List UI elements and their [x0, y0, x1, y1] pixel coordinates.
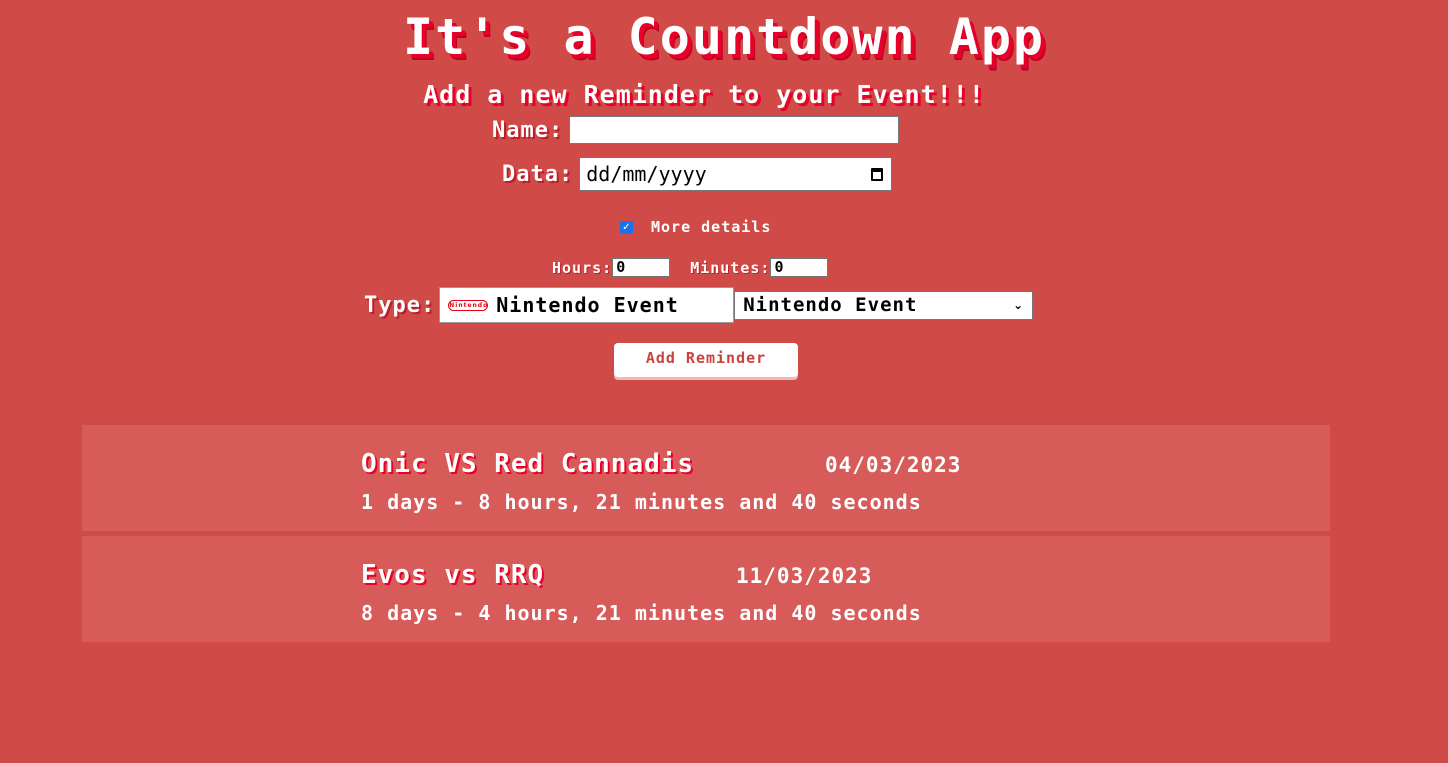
date-input[interactable]: dd/mm/yyyy [579, 157, 893, 191]
reminder-name: Evos vs RRQ [361, 560, 545, 590]
minutes-label: Minutes: [690, 258, 771, 277]
app-title: It's a Countdown App [402, 8, 1046, 66]
checkmark-icon: ✓ [622, 221, 631, 233]
add-reminder-button[interactable]: Add Reminder [614, 343, 798, 377]
name-label: Name: [492, 117, 564, 143]
minutes-input[interactable]: 0 [770, 258, 829, 277]
reminder-name: Onic VS Red Cannadis [361, 449, 695, 479]
nintendo-logo-icon: Nintendo [448, 299, 489, 311]
reminder-date: 04/03/2023 [825, 453, 962, 477]
time-row: Hours: 0 Minutes: 0 [552, 258, 829, 277]
more-details-checkbox[interactable]: ✓ [620, 220, 633, 234]
name-row: Name: [492, 116, 900, 144]
more-details-row: ✓ More details [620, 218, 771, 236]
name-input[interactable] [569, 116, 900, 144]
date-label: Data: [502, 161, 574, 187]
more-details-label: More details [651, 218, 772, 236]
type-preview-label: Nintendo Event [496, 293, 679, 317]
type-select-value: Nintendo Event [743, 294, 918, 316]
reminder-card: Evos vs RRQ 11/03/2023 8 days - 4 hours,… [82, 536, 1330, 642]
chevron-down-icon: ⌄ [1013, 298, 1025, 312]
countdown-app: It's a Countdown App Add a new Reminder … [0, 0, 1448, 763]
hours-input[interactable]: 0 [612, 258, 671, 277]
reminder-card: Onic VS Red Cannadis 04/03/2023 1 days -… [82, 425, 1330, 531]
hours-label: Hours: [552, 258, 613, 277]
calendar-icon[interactable] [871, 167, 884, 181]
type-label: Type: [364, 292, 436, 318]
type-row: Type: Nintendo Nintendo Event Nintendo E… [364, 287, 1034, 323]
reminder-countdown: 8 days - 4 hours, 21 minutes and 40 seco… [361, 601, 922, 625]
reminder-date: 11/03/2023 [736, 564, 873, 588]
type-select[interactable]: Nintendo Event ⌄ [734, 290, 1034, 320]
date-row: Data: dd/mm/yyyy [502, 157, 893, 191]
reminder-countdown: 1 days - 8 hours, 21 minutes and 40 seco… [361, 490, 922, 514]
type-preview: Nintendo Nintendo Event [439, 287, 735, 323]
date-placeholder: dd/mm/yyyy [586, 162, 707, 186]
form-subtitle: Add a new Reminder to your Event!!! [423, 80, 985, 109]
